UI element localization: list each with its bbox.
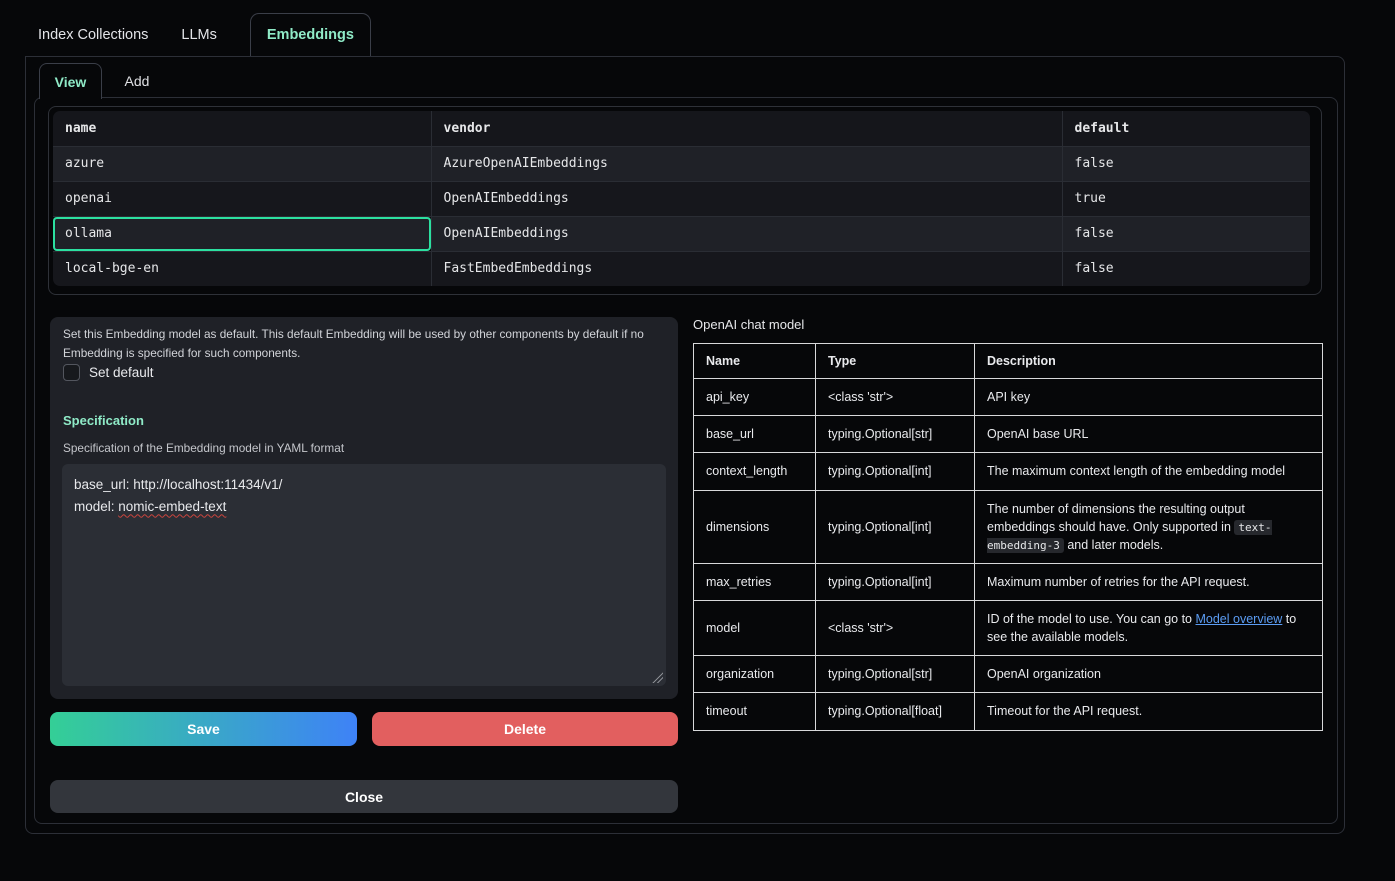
info-cell-description: Maximum number of retries for the API re… <box>975 563 1323 600</box>
specification-textarea[interactable]: base_url: http://localhost:11434/v1/mode… <box>62 464 666 686</box>
embeddings-panel: View Add namevendordefault azureAzureOpe… <box>25 56 1345 834</box>
code-snippet: text-embedding-3 <box>987 520 1272 553</box>
cell-vendor[interactable]: AzureOpenAIEmbeddings <box>431 146 1062 181</box>
yaml-line-1: base_url: http://localhost:11434/v1/ <box>74 477 282 492</box>
main-tab-bar: Index Collections LLMs Embeddings <box>38 13 371 56</box>
info-cell-type: typing.Optional[int] <box>816 453 975 490</box>
info-cell-name: model <box>694 601 816 656</box>
info-row-organization: organizationtyping.Optional[str]OpenAI o… <box>694 656 1323 693</box>
info-row-model: model<class 'str'>ID of the model to use… <box>694 601 1323 656</box>
tab-index-collections[interactable]: Index Collections <box>38 13 148 56</box>
close-button[interactable]: Close <box>50 780 678 813</box>
yaml-line-2-value: nomic-embed-text <box>118 499 226 514</box>
info-cell-description: OpenAI organization <box>975 656 1323 693</box>
embeddings-row-local-bge-en[interactable]: local-bge-enFastEmbedEmbeddingsfalse <box>53 251 1310 286</box>
info-row-max_retries: max_retriestyping.Optional[int]Maximum n… <box>694 563 1323 600</box>
model-overview-link[interactable]: Model overview <box>1195 612 1282 626</box>
cell-default[interactable]: true <box>1062 181 1310 216</box>
tab-llms[interactable]: LLMs <box>181 13 216 56</box>
set-default-label: Set default <box>89 365 154 380</box>
info-cell-type: <class 'str'> <box>816 601 975 656</box>
cell-name[interactable]: ollama <box>53 216 431 251</box>
cell-default[interactable]: false <box>1062 146 1310 181</box>
info-cell-description: The number of dimensions the resulting o… <box>975 490 1323 563</box>
cell-vendor[interactable]: OpenAIEmbeddings <box>431 181 1062 216</box>
specification-heading: Specification <box>63 413 144 428</box>
default-settings-panel: Set this Embedding model as default. Thi… <box>50 317 678 699</box>
column-header-default: default <box>1062 111 1310 146</box>
specification-subtitle: Specification of the Embedding model in … <box>63 441 344 455</box>
info-cell-name: dimensions <box>694 490 816 563</box>
info-cell-description: ID of the model to use. You can go to Mo… <box>975 601 1323 656</box>
column-header-vendor: vendor <box>431 111 1062 146</box>
column-header-name: name <box>53 111 431 146</box>
info-cell-description: OpenAI base URL <box>975 416 1323 453</box>
cell-vendor[interactable]: OpenAIEmbeddings <box>431 216 1062 251</box>
yaml-line-2-key: model: <box>74 499 118 514</box>
info-column-header-type: Type <box>816 344 975 379</box>
info-row-timeout: timeouttyping.Optional[float]Timeout for… <box>694 693 1323 730</box>
info-row-api_key: api_key<class 'str'>API key <box>694 379 1323 416</box>
info-cell-description: Timeout for the API request. <box>975 693 1323 730</box>
cell-name[interactable]: openai <box>53 181 431 216</box>
info-row-context_length: context_lengthtyping.Optional[int]The ma… <box>694 453 1323 490</box>
info-panel-title: OpenAI chat model <box>693 317 804 332</box>
embeddings-table-wrapper: namevendordefault azureAzureOpenAIEmbedd… <box>48 106 1322 295</box>
info-row-base_url: base_urltyping.Optional[str]OpenAI base … <box>694 416 1323 453</box>
set-default-checkbox[interactable] <box>63 364 80 381</box>
tab-embeddings[interactable]: Embeddings <box>250 13 371 56</box>
info-cell-type: typing.Optional[int] <box>816 490 975 563</box>
embeddings-row-openai[interactable]: openaiOpenAIEmbeddingstrue <box>53 181 1310 216</box>
model-spec-table-header: NameTypeDescription <box>694 344 1323 379</box>
info-cell-description: API key <box>975 379 1323 416</box>
set-default-description: Set this Embedding model as default. Thi… <box>63 325 659 363</box>
cell-default[interactable]: false <box>1062 251 1310 286</box>
embeddings-table-header: namevendordefault <box>53 111 1310 146</box>
delete-button[interactable]: Delete <box>372 712 678 746</box>
info-cell-name: api_key <box>694 379 816 416</box>
info-cell-type: typing.Optional[int] <box>816 563 975 600</box>
info-cell-type: <class 'str'> <box>816 379 975 416</box>
cell-default[interactable]: false <box>1062 216 1310 251</box>
save-button[interactable]: Save <box>50 712 357 746</box>
info-cell-type: typing.Optional[float] <box>816 693 975 730</box>
info-cell-name: context_length <box>694 453 816 490</box>
info-column-header-description: Description <box>975 344 1323 379</box>
set-default-checkbox-row[interactable]: Set default <box>63 364 154 381</box>
view-tab-content: namevendordefault azureAzureOpenAIEmbedd… <box>34 97 1338 824</box>
subtab-add[interactable]: Add <box>106 63 168 99</box>
info-column-header-name: Name <box>694 344 816 379</box>
info-cell-name: timeout <box>694 693 816 730</box>
cell-name[interactable]: azure <box>53 146 431 181</box>
embeddings-table: namevendordefault azureAzureOpenAIEmbedd… <box>53 111 1310 286</box>
embeddings-row-ollama[interactable]: ollamaOpenAIEmbeddingsfalse <box>53 216 1310 251</box>
cell-name[interactable]: local-bge-en <box>53 251 431 286</box>
info-row-dimensions: dimensionstyping.Optional[int]The number… <box>694 490 1323 563</box>
info-cell-name: max_retries <box>694 563 816 600</box>
info-cell-type: typing.Optional[str] <box>816 656 975 693</box>
embeddings-row-azure[interactable]: azureAzureOpenAIEmbeddingsfalse <box>53 146 1310 181</box>
model-spec-table: NameTypeDescription api_key<class 'str'>… <box>693 343 1323 731</box>
cell-vendor[interactable]: FastEmbedEmbeddings <box>431 251 1062 286</box>
info-cell-name: organization <box>694 656 816 693</box>
subtab-view[interactable]: View <box>39 63 102 99</box>
info-cell-type: typing.Optional[str] <box>816 416 975 453</box>
info-cell-description: The maximum context length of the embedd… <box>975 453 1323 490</box>
info-cell-name: base_url <box>694 416 816 453</box>
